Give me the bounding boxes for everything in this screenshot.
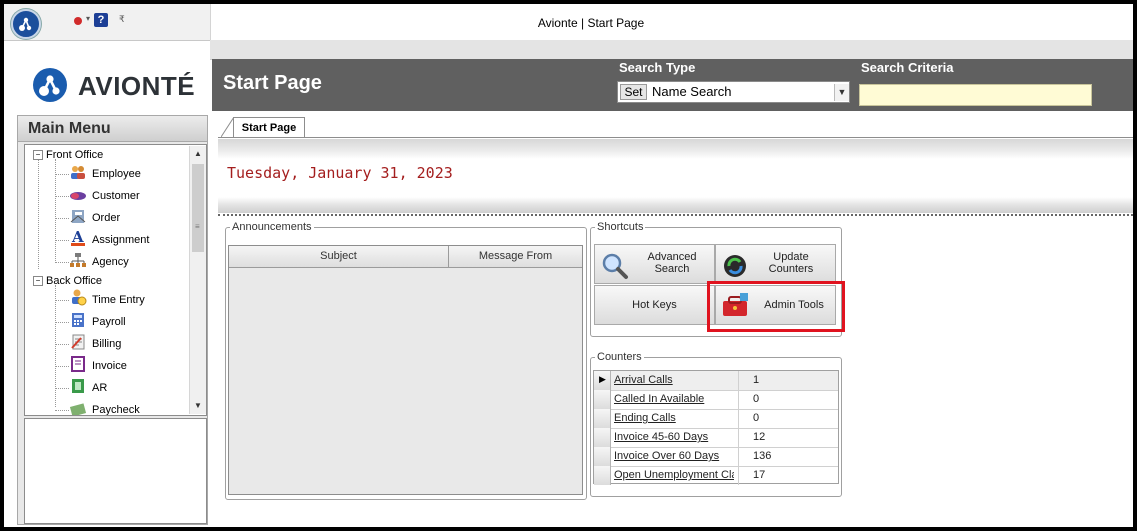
current-date: Tuesday, January 31, 2023 [227,164,453,182]
column-divider [738,466,739,485]
advanced-search-button[interactable]: Advanced Search [594,244,715,284]
divider [218,214,1133,216]
collapse-icon[interactable]: − [33,276,43,287]
time-entry-icon [69,288,87,306]
agency-icon [69,252,87,268]
menu-item-billing[interactable]: Billing [92,335,121,353]
counter-value: 136 [753,450,772,462]
table-row[interactable]: ▶ Arrival Calls 1 [594,371,838,391]
update-counters-label: Update Counters [768,251,814,275]
billing-icon [69,334,87,350]
assignment-icon: A [69,228,87,246]
counters-legend: Counters [597,351,642,363]
current-row-arrow-icon: ▶ [599,374,606,384]
ar-icon [69,378,87,394]
tree-group-label: Front Office [46,149,104,161]
main-menu-title: Main Menu [28,120,111,137]
employee-icon [69,164,87,180]
table-row[interactable]: Called In Available 0 [594,390,838,410]
advanced-search-label: Advanced Search [647,251,697,275]
main-menu-tree: − Front Office Employee Customer Order A … [24,144,207,416]
order-icon [69,208,87,224]
update-counters-button[interactable]: Update Counters [715,244,836,284]
scroll-thumb[interactable]: ≡ [192,164,204,252]
menu-item-paycheck[interactable]: Paycheck [92,401,140,415]
row-selector[interactable] [594,390,611,409]
scroll-down-icon[interactable]: ▼ [190,398,206,414]
menu-item-employee[interactable]: Employee [92,165,141,183]
counter-value: 1 [753,374,760,386]
column-divider [738,390,739,409]
collapse-icon[interactable]: − [33,150,43,161]
scroll-up-icon[interactable]: ▲ [190,146,206,162]
chevron-down-icon[interactable]: ▼ [834,84,849,101]
highlight-box [707,281,845,332]
paycheck-icon [69,400,87,415]
search-type-value: Name Search [652,84,732,99]
counter-name[interactable]: Called In Available [614,393,734,405]
row-selector[interactable] [594,466,611,485]
counter-value: 17 [753,469,766,481]
row-selector[interactable]: ▶ [594,371,611,390]
customer-icon [69,187,87,203]
page-title: Start Page [223,72,322,94]
table-row[interactable]: Invoice 45-60 Days 12 [594,428,838,448]
row-selector[interactable] [594,428,611,447]
search-type-label: Search Type [619,60,696,75]
tree-scrollbar[interactable]: ▲ ≡ ▼ [189,146,206,414]
counter-name[interactable]: Invoice 45-60 Days [614,431,734,443]
counters-table: ▶ Arrival Calls 1 Called In Available 0 … [593,370,839,485]
set-button[interactable]: Set [620,84,647,100]
table-row[interactable]: Invoice Over 60 Days 136 [594,447,838,467]
counter-name[interactable]: Ending Calls [614,412,734,424]
shortcuts-legend: Shortcuts [597,221,644,233]
magnifier-icon [602,253,628,279]
counter-name[interactable]: Open Unemployment Claim [614,469,734,481]
column-divider [738,447,739,466]
tab-start-page[interactable]: Start Page [233,117,305,137]
column-divider [738,409,739,428]
tab-strip [218,116,1133,138]
menu-item-time-entry[interactable]: Time Entry [92,291,145,309]
avionte-brand-icon [33,68,67,102]
search-criteria-label: Search Criteria [861,60,954,75]
menu-item-payroll[interactable]: Payroll [92,313,126,331]
refresh-icon [724,255,746,277]
menu-detail-pane [24,418,207,524]
tree-group-front-office[interactable]: − Front Office [33,146,103,164]
column-divider [738,428,739,447]
brand-logo-text: AVIONTÉ [78,71,196,101]
window-title: Avionte | Start Page [537,16,645,30]
column-divider [738,371,739,390]
menu-item-invoice[interactable]: Invoice [92,357,127,375]
menu-item-assignment[interactable]: Assignment [92,231,149,249]
counter-value: 0 [753,393,760,405]
invoice-icon [69,356,87,372]
counter-name[interactable]: Invoice Over 60 Days [614,450,734,462]
announcements-legend: Announcements [232,221,312,233]
counter-value: 0 [753,412,760,424]
app-window: ▾ ? ₹ Avionte | Start Page AVIONTÉ Start… [0,0,1137,531]
table-row[interactable]: Ending Calls 0 [594,409,838,429]
menu-item-order[interactable]: Order [92,209,120,227]
ribbon-band [210,40,1133,60]
table-row[interactable]: Open Unemployment Claim 17 [594,466,838,485]
row-selector[interactable] [594,409,611,428]
counter-name[interactable]: Arrival Calls [614,374,734,386]
menu-item-agency[interactable]: Agency [92,253,129,271]
column-message-from[interactable]: Message From [449,246,582,267]
row-selector[interactable] [594,447,611,466]
tree-group-label: Back Office [46,275,103,287]
column-subject[interactable]: Subject [229,246,449,267]
menu-item-customer[interactable]: Customer [92,187,140,205]
search-criteria-input[interactable] [859,84,1092,106]
payroll-icon [69,312,87,328]
hot-keys-button[interactable]: Hot Keys [594,285,715,325]
announcements-grid[interactable] [228,245,583,495]
tree-group-back-office[interactable]: − Back Office [33,272,102,290]
counter-value: 12 [753,431,766,443]
menu-item-ar[interactable]: AR [92,379,107,397]
